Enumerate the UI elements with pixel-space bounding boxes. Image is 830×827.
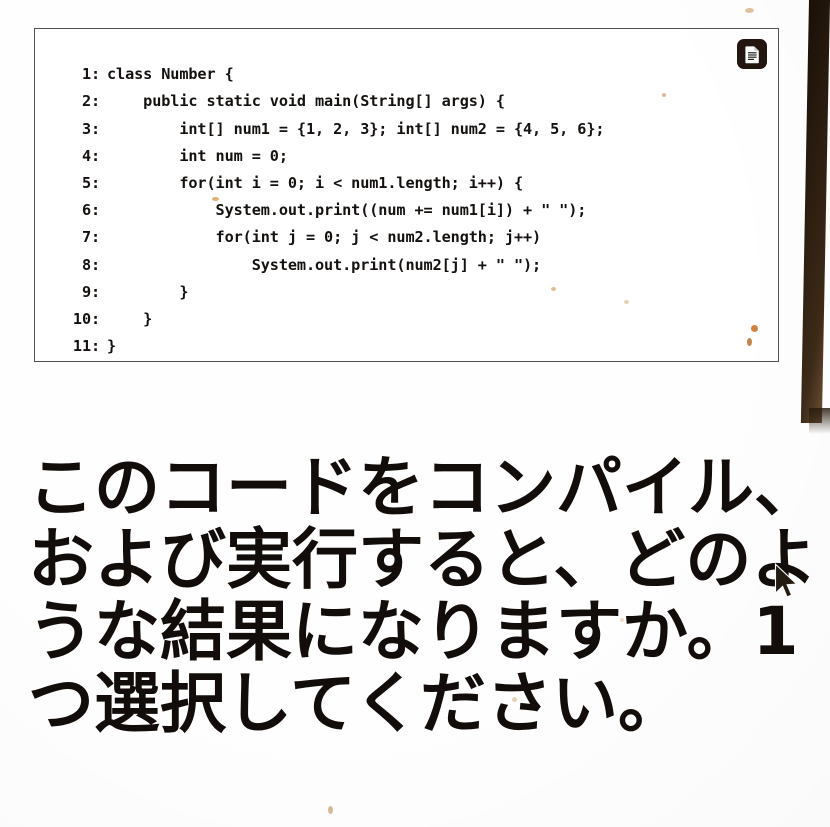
line-number-colon: : <box>91 146 101 165</box>
page-edge-shadow-bar <box>800 0 830 423</box>
line-number-colon: : <box>91 119 101 138</box>
line-number-colon: : <box>91 337 101 356</box>
line-number: 4 <box>81 146 91 165</box>
document-icon[interactable] <box>737 39 767 69</box>
code-line: 10: } <box>53 306 604 333</box>
page-edge-shadow-fade <box>809 408 830 434</box>
line-source: } <box>107 337 117 356</box>
line-number-colon: : <box>91 255 101 274</box>
line-number: 5 <box>81 173 91 192</box>
code-listing: 1: class Number { 2: public static void ma… <box>53 61 605 360</box>
line-number-colon: : <box>91 201 101 220</box>
line-source: } <box>107 282 189 301</box>
code-line: 11:} <box>53 333 604 360</box>
code-line: 4: int num = 0; <box>53 143 604 170</box>
code-line: 3: int[] num1 = {1, 2, 3}; int[] num2 = … <box>53 116 605 143</box>
line-number: 6 <box>81 201 91 220</box>
code-listing-card: 1: class Number { 2: public static void ma… <box>34 28 779 362</box>
code-line: 1: class Number { <box>53 61 604 88</box>
line-number-colon: : <box>91 65 101 84</box>
line-source: public static void main(String[] args) { <box>107 92 505 111</box>
code-line: 7: for(int j = 0; j < num2.length; j++) <box>53 224 604 251</box>
line-number-colon: : <box>91 173 101 192</box>
line-number: 2 <box>81 92 91 111</box>
dust-speck <box>328 806 333 814</box>
code-line: 9: } <box>53 279 604 306</box>
question-text: このコードをコンパイル、 および実行すると、どのよ うな結果になりますか。1 つ… <box>28 449 820 742</box>
line-number-colon: : <box>91 309 101 328</box>
line-source: System.out.print((num += num1[i]) + " ")… <box>107 201 587 220</box>
line-source: for(int j = 0; j < num2.length; j++) <box>107 228 542 247</box>
line-number: 3 <box>81 119 91 138</box>
line-number: 8 <box>81 255 91 274</box>
line-source: } <box>107 309 153 328</box>
question-line: つ選択してください。 <box>28 665 685 742</box>
code-line: 6: System.out.print((num += num1[i]) + "… <box>53 197 604 224</box>
code-line: 8: System.out.print(num2[j] + " "); <box>53 252 604 279</box>
line-source: System.out.print(num2[j] + " "); <box>107 255 542 274</box>
dust-speck <box>745 8 754 13</box>
line-number-colon: : <box>91 282 101 301</box>
line-number: 11 <box>72 337 91 356</box>
code-line: 2: public static void main(String[] args… <box>53 88 604 115</box>
line-source: int[] num1 = {1, 2, 3}; int[] num2 = {4,… <box>107 119 605 138</box>
line-number-colon: : <box>91 92 101 111</box>
line-source: int num = 0; <box>107 146 288 165</box>
line-number: 9 <box>81 282 91 301</box>
line-number: 10 <box>72 309 91 328</box>
line-number: 7 <box>81 228 91 247</box>
scanned-exam-page: 1: class Number { 2: public static void ma… <box>0 0 830 827</box>
question-line: このコードをコンパイル、 <box>28 449 820 526</box>
line-source: for(int i = 0; i < num1.length; i++) { <box>107 173 524 192</box>
line-number-colon: : <box>91 228 101 247</box>
line-number: 1 <box>81 65 91 84</box>
question-line: および実行すると、どのよ <box>28 521 818 598</box>
question-line: うな結果になりますか。1 <box>28 593 799 670</box>
line-source: class Number { <box>107 65 234 84</box>
code-line: 5: for(int i = 0; i < num1.length; i++) … <box>53 170 604 197</box>
